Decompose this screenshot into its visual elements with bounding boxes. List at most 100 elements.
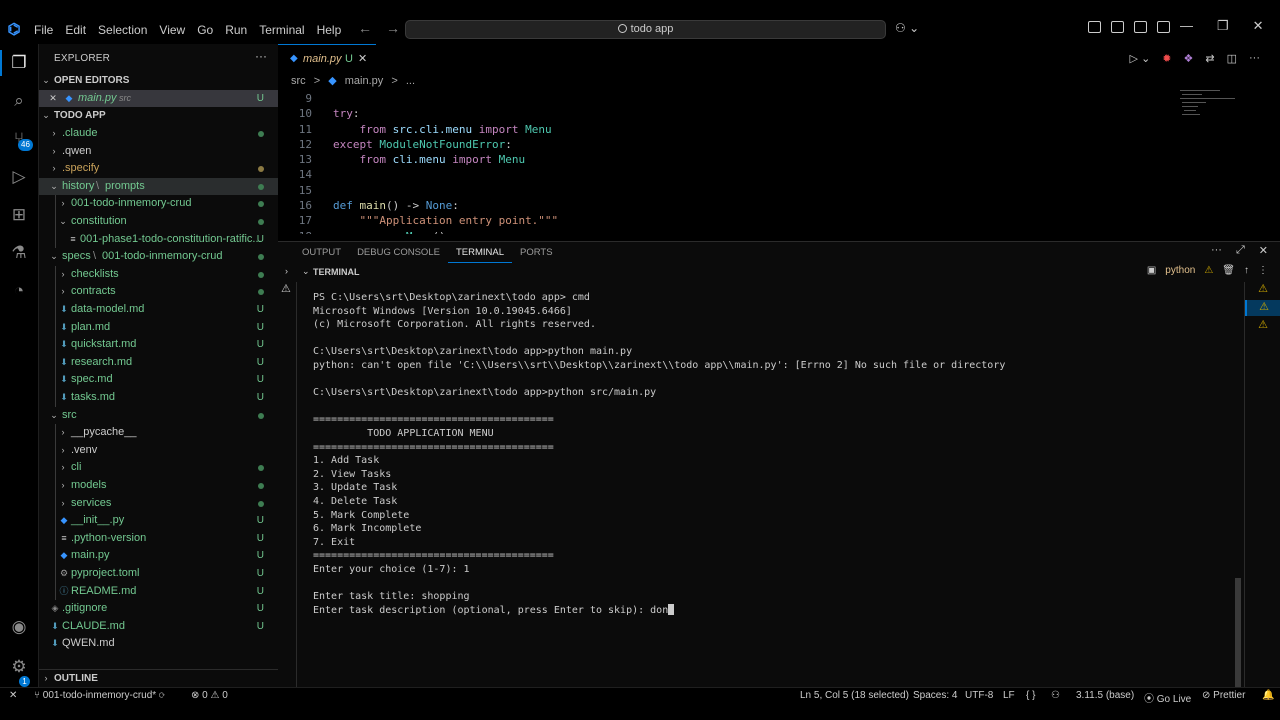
tree-folder-item[interactable]: ⌄ constitution (39, 213, 278, 230)
menu-help[interactable]: Help (311, 21, 348, 39)
trash-icon[interactable]: 🗑 (1222, 265, 1235, 276)
tree-file-item[interactable]: ⬇ tasks.md U (39, 389, 278, 406)
more-actions-icon[interactable]: ··· (1249, 52, 1260, 65)
breadcrumb-src[interactable]: src (291, 75, 306, 87)
menu-edit[interactable]: Edit (59, 21, 92, 39)
tree-file-item[interactable]: ≡ .python-version U (39, 530, 278, 547)
tree-folder-item[interactable]: › .claude (39, 125, 278, 142)
arrow-up-icon[interactable]: ↑ (1244, 265, 1249, 276)
tree-file-item[interactable]: ◆ __init__.py U (39, 512, 278, 529)
terminal-warning-icon[interactable]: ⚠ (1245, 300, 1280, 316)
extension-icon[interactable]: ❖ (1184, 52, 1194, 65)
tree-file-item[interactable]: ◈ .gitignore U (39, 600, 278, 617)
code-editor[interactable]: 9 10 try: 11 from src.cli.menu import Men… (278, 91, 1178, 234)
toggle-sidebar-icon[interactable] (1111, 21, 1124, 33)
debug-icon[interactable]: ✹ (1162, 52, 1171, 65)
encoding[interactable]: UTF-8 (965, 690, 993, 701)
open-editors-header[interactable]: ⌄ OPEN EDITORS (39, 72, 278, 89)
tree-file-item[interactable]: ≡ 001-phase1-todo-constitution-ratific...… (39, 231, 278, 248)
breadcrumb-main-py[interactable]: main.py (345, 75, 384, 87)
tab-ports[interactable]: PORTS (512, 245, 561, 263)
maximize-panel-icon[interactable]: ⤢ (1236, 244, 1245, 257)
notifications-bell-icon[interactable]: 🔔 (1262, 690, 1274, 701)
tree-folder-item[interactable]: › contracts (39, 283, 278, 300)
problems-item[interactable]: ⊗ 0 ⚠ 0 (191, 690, 228, 701)
toggle-secondary-sidebar-icon[interactable] (1157, 21, 1170, 33)
menu-file[interactable]: File (28, 21, 59, 39)
tree-folder-item[interactable]: › cli (39, 459, 278, 476)
chevron-down-icon[interactable]: ⌄ (302, 266, 310, 277)
remote-icon[interactable]: ◔ (8, 280, 30, 302)
language-mode[interactable]: { } (1026, 690, 1035, 701)
menu-go[interactable]: Go (191, 21, 219, 39)
python-interpreter[interactable]: 3.11.5 (base) (1076, 690, 1134, 701)
extensions-icon[interactable]: ⊞ (8, 204, 30, 226)
tree-file-item[interactable]: ⬇ quickstart.md U (39, 336, 278, 353)
tab-terminal[interactable]: TERMINAL (447, 245, 512, 263)
menu-terminal[interactable]: Terminal (253, 21, 310, 39)
tree-file-item[interactable]: ⬇ CLAUDE.md U (39, 618, 278, 635)
tree-folder-item[interactable]: › models (39, 477, 278, 494)
tree-file-item[interactable]: ◆ main.py U (39, 547, 278, 564)
testing-icon[interactable]: ⚗ (8, 242, 30, 264)
copilot-icon[interactable]: ⚇ ⌄ (895, 21, 919, 35)
tree-file-item[interactable]: ⬇ spec.md U (39, 371, 278, 388)
tree-folder-item[interactable]: ⌄ src (39, 407, 278, 424)
toggle-panel-icon[interactable] (1134, 21, 1147, 33)
remote-indicator-icon[interactable]: ✕ (9, 690, 17, 701)
tree-file-item[interactable]: ⬇ QWEN.md (39, 635, 278, 652)
tree-folder-item[interactable]: › .venv (39, 442, 278, 459)
branch-item[interactable]: ⑂ 001-todo-inmemory-crud* ⟳ (34, 690, 165, 701)
tab-debug-console[interactable]: DEBUG CONSOLE (349, 245, 448, 263)
explorer-icon[interactable]: ❐ (8, 52, 30, 74)
close-panel-icon[interactable]: ✕ (1259, 244, 1268, 257)
terminal-warning-icon[interactable]: ⚠ (1245, 318, 1280, 334)
menu-run[interactable]: Run (219, 21, 253, 39)
command-center-search[interactable]: todo app (405, 20, 886, 39)
todo-app-root-header[interactable]: ⌄ TODO APP (39, 107, 278, 124)
tree-folder-item[interactable]: › services (39, 495, 278, 512)
settings-gear-icon[interactable]: ⚙ (8, 656, 30, 678)
tree-file-item[interactable]: ⬇ research.md U (39, 354, 278, 371)
terminal-warning-icon[interactable]: ⚠ (1245, 282, 1280, 298)
layout-panel-icon[interactable] (1088, 21, 1101, 33)
tree-folder-item[interactable]: › checklists (39, 266, 278, 283)
menu-view[interactable]: View (153, 21, 191, 39)
tree-folder-item[interactable]: ⌄ history \ prompts (39, 177, 278, 195)
more-actions-icon[interactable]: ⋮ (1258, 265, 1268, 276)
tree-folder-item[interactable]: › .qwen (39, 143, 278, 160)
cursor-position[interactable]: Ln 5, Col 5 (18 selected) (800, 690, 909, 701)
terminal-name[interactable]: python (1165, 265, 1195, 276)
tree-folder-item[interactable]: › __pycache__ (39, 424, 278, 441)
prettier-button[interactable]: ⊘ Prettier (1202, 690, 1245, 701)
line-ending[interactable]: LF (1003, 690, 1015, 701)
close-icon[interactable]: ✕ (47, 90, 59, 107)
more-actions-icon[interactable]: ··· (1211, 244, 1222, 257)
tree-file-item[interactable]: ⬇ data-model.md U (39, 301, 278, 318)
go-live-button[interactable]: ⦿ Go Live (1144, 690, 1191, 705)
minimap[interactable] (1178, 88, 1248, 128)
run-python-icon[interactable]: ▷ ⌄ (1130, 52, 1151, 65)
tab-main-py[interactable]: ◆ main.py U ✕ (278, 44, 376, 72)
accounts-icon[interactable]: ◉ (8, 616, 30, 638)
back-arrow-icon[interactable]: ← (358, 20, 372, 36)
tab-output[interactable]: OUTPUT (294, 245, 349, 263)
minimize-icon[interactable]: — (1180, 18, 1193, 34)
split-editor-icon[interactable]: ◫ (1227, 52, 1237, 65)
search-icon[interactable]: ⌕ (8, 90, 30, 112)
terminal-scrollbar[interactable] (1235, 578, 1241, 688)
tree-file-item[interactable]: ⓘ README.md U (39, 583, 278, 600)
restore-icon[interactable]: ❐ (1217, 18, 1229, 34)
tree-folder-item[interactable]: › 001-todo-inmemory-crud (39, 195, 278, 212)
compare-icon[interactable]: ⇄ (1205, 52, 1214, 65)
tree-file-item[interactable]: ⚙ pyproject.toml U (39, 565, 278, 582)
close-window-icon[interactable]: ✕ (1253, 18, 1264, 34)
indentation[interactable]: Spaces: 4 (913, 690, 957, 701)
tree-folder-item[interactable]: ⌄ specs \ 001-todo-inmemory-crud (39, 248, 278, 265)
more-actions-icon[interactable]: ··· (255, 49, 267, 63)
tree-folder-item[interactable]: › .specify (39, 160, 278, 177)
outline-header[interactable]: › OUTLINE (39, 669, 278, 686)
close-tab-icon[interactable]: ✕ (358, 45, 367, 73)
run-debug-icon[interactable]: ▷ (8, 166, 30, 188)
open-editor-item[interactable]: ✕ ◆ main.py src U (39, 90, 278, 107)
